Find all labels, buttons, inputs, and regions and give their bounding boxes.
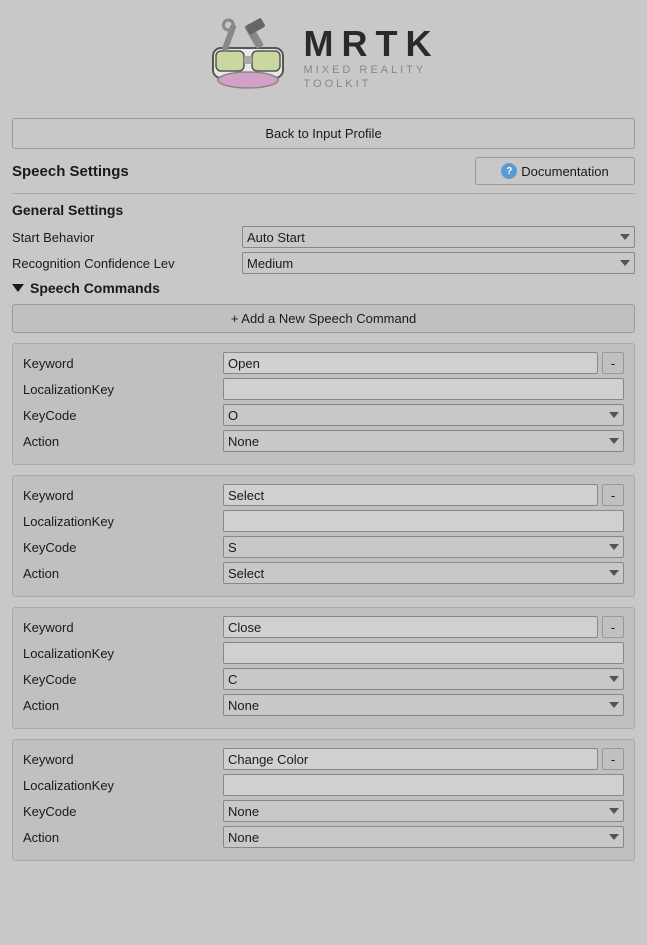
- recognition-confidence-row: Recognition Confidence Lev Low Medium Hi…: [12, 252, 635, 274]
- action-row-0: Action None Select Menu: [23, 430, 624, 452]
- back-button-row: Back to Input Profile: [12, 118, 635, 149]
- speech-commands-header: Speech Commands: [12, 280, 635, 296]
- keycode-label-0: KeyCode: [23, 408, 223, 423]
- localization-key-row-0: LocalizationKey: [23, 378, 624, 400]
- back-to-input-profile-button[interactable]: Back to Input Profile: [12, 118, 635, 149]
- command-card-2: Keyword - LocalizationKey KeyCode C None…: [12, 607, 635, 729]
- keyword-label-3: Keyword: [23, 752, 223, 767]
- recognition-confidence-select[interactable]: Low Medium High: [242, 252, 635, 274]
- keycode-label-3: KeyCode: [23, 804, 223, 819]
- recognition-confidence-label: Recognition Confidence Lev: [12, 256, 242, 271]
- localization-key-row-1: LocalizationKey: [23, 510, 624, 532]
- start-behavior-label: Start Behavior: [12, 230, 242, 245]
- keyword-row-0: Keyword -: [23, 352, 624, 374]
- title-row: Speech Settings ? Documentation: [12, 157, 635, 185]
- header: MRTK MIXED REALITY TOOLKIT: [0, 0, 647, 110]
- action-select-3[interactable]: None Select Menu: [223, 826, 624, 848]
- logo-subtitle-line2: TOOLKIT: [304, 78, 440, 90]
- start-behavior-row: Start Behavior Auto Start Manual Start: [12, 226, 635, 248]
- action-label-3: Action: [23, 830, 223, 845]
- command-card-1: Keyword - LocalizationKey KeyCode S None…: [12, 475, 635, 597]
- general-settings-title: General Settings: [12, 202, 635, 218]
- keycode-select-3[interactable]: None A B: [223, 800, 624, 822]
- localization-key-label-3: LocalizationKey: [23, 778, 223, 793]
- localization-key-label-0: LocalizationKey: [23, 382, 223, 397]
- localization-key-label-2: LocalizationKey: [23, 646, 223, 661]
- remove-button-0[interactable]: -: [602, 352, 624, 374]
- command-card-0: Keyword - LocalizationKey KeyCode O None…: [12, 343, 635, 465]
- localization-key-row-3: LocalizationKey: [23, 774, 624, 796]
- logo-title: MRTK: [304, 26, 440, 62]
- keyword-input-1[interactable]: [223, 484, 598, 506]
- triangle-icon: [12, 284, 24, 292]
- keyword-input-0[interactable]: [223, 352, 598, 374]
- action-select-2[interactable]: None Select Menu: [223, 694, 624, 716]
- keycode-label-2: KeyCode: [23, 672, 223, 687]
- action-row-3: Action None Select Menu: [23, 826, 624, 848]
- keycode-label-1: KeyCode: [23, 540, 223, 555]
- keyword-row-1: Keyword -: [23, 484, 624, 506]
- documentation-button[interactable]: ? Documentation: [475, 157, 635, 185]
- action-select-1[interactable]: None Select Menu: [223, 562, 624, 584]
- logo-text: MRTK MIXED REALITY TOOLKIT: [304, 26, 440, 90]
- keyword-input-3[interactable]: [223, 748, 598, 770]
- start-behavior-select[interactable]: Auto Start Manual Start: [242, 226, 635, 248]
- remove-button-3[interactable]: -: [602, 748, 624, 770]
- doc-button-label: Documentation: [521, 164, 608, 179]
- localization-key-row-2: LocalizationKey: [23, 642, 624, 664]
- action-label-1: Action: [23, 566, 223, 581]
- action-label-0: Action: [23, 434, 223, 449]
- logo-icon: [208, 18, 288, 98]
- add-speech-command-button[interactable]: + Add a New Speech Command: [12, 304, 635, 333]
- action-row-2: Action None Select Menu: [23, 694, 624, 716]
- localization-key-input-1[interactable]: [223, 510, 624, 532]
- doc-icon: ?: [501, 163, 517, 179]
- speech-commands-title: Speech Commands: [30, 280, 160, 296]
- action-label-2: Action: [23, 698, 223, 713]
- keyword-input-2[interactable]: [223, 616, 598, 638]
- remove-button-2[interactable]: -: [602, 616, 624, 638]
- keyword-label-0: Keyword: [23, 356, 223, 371]
- logo-subtitle-line1: MIXED REALITY: [304, 64, 440, 76]
- speech-settings-title: Speech Settings: [12, 163, 129, 180]
- remove-button-1[interactable]: -: [602, 484, 624, 506]
- localization-key-label-1: LocalizationKey: [23, 514, 223, 529]
- localization-key-input-3[interactable]: [223, 774, 624, 796]
- keyword-row-3: Keyword -: [23, 748, 624, 770]
- localization-key-input-0[interactable]: [223, 378, 624, 400]
- keycode-select-0[interactable]: O None A: [223, 404, 624, 426]
- keycode-row-3: KeyCode None A B: [23, 800, 624, 822]
- command-card-3: Keyword - LocalizationKey KeyCode None A…: [12, 739, 635, 861]
- keycode-row-1: KeyCode S None A: [23, 536, 624, 558]
- keycode-row-0: KeyCode O None A: [23, 404, 624, 426]
- main-content: Back to Input Profile Speech Settings ? …: [0, 110, 647, 883]
- localization-key-input-2[interactable]: [223, 642, 624, 664]
- divider-1: [12, 193, 635, 194]
- keyword-row-2: Keyword -: [23, 616, 624, 638]
- action-select-0[interactable]: None Select Menu: [223, 430, 624, 452]
- action-row-1: Action None Select Menu: [23, 562, 624, 584]
- keycode-row-2: KeyCode C None A: [23, 668, 624, 690]
- keycode-select-2[interactable]: C None A: [223, 668, 624, 690]
- keyword-label-2: Keyword: [23, 620, 223, 635]
- keycode-select-1[interactable]: S None A: [223, 536, 624, 558]
- keyword-label-1: Keyword: [23, 488, 223, 503]
